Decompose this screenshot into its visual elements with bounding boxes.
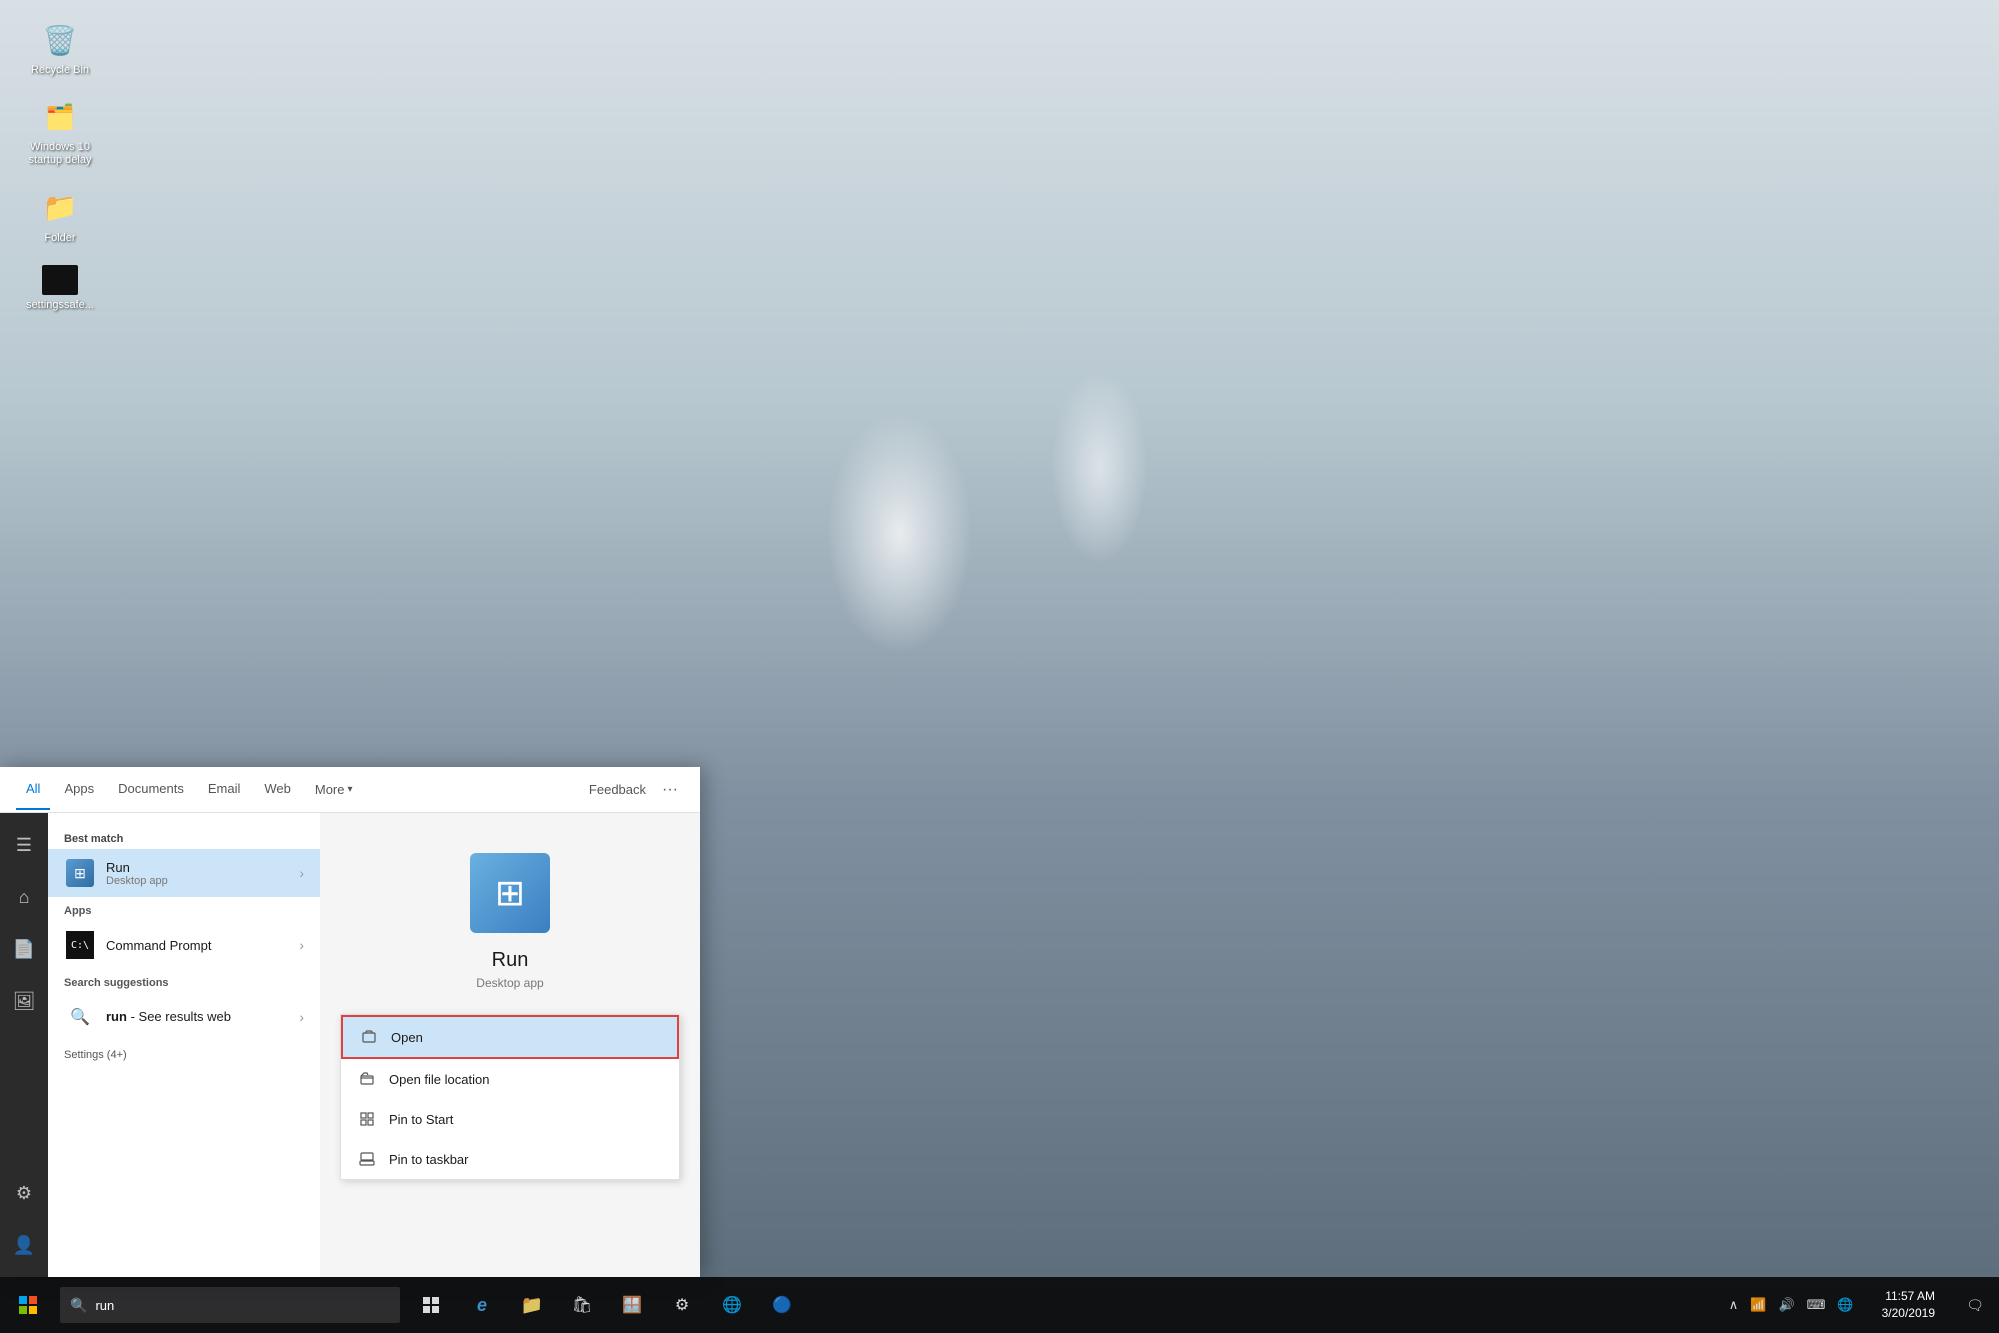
recycle-bin-image: 🗑️ [40,20,80,60]
tab-apps[interactable]: Apps [54,769,104,810]
desktop: 🗑️ Recycle Bin 🗂️ Windows 10 startup del… [0,0,1999,1333]
open-label: Open [391,1030,423,1045]
pin-to-start-label: Pin to Start [389,1112,453,1127]
taskbar-search-box[interactable]: 🔍 [60,1287,400,1323]
search-content: ☰ ⌂ 📄 🖼 ⚙ 👤 Best match ⊞ [0,813,700,1277]
folder-icon[interactable]: 📁 Folder [20,188,100,245]
tab-more-label: More [315,782,345,797]
taskbar-search-input[interactable] [95,1298,390,1313]
sidebar-documents[interactable]: 📄 [0,925,48,973]
chrome-button[interactable]: 🌐 [708,1277,756,1333]
run-result-text: Run Desktop app [106,860,299,887]
taskbar-apps: e 📁 🛍 🪟 ⚙ 🌐 🔵 [408,1277,806,1333]
pin-to-taskbar-icon [357,1149,377,1169]
cmd-title: Command Prompt [106,938,299,953]
run-subtitle: Desktop app [106,875,299,887]
keyboard-icon[interactable]: 🌐 [1833,1295,1857,1315]
tab-email[interactable]: Email [198,769,251,810]
open-file-location-label: Open file location [389,1072,489,1087]
result-run-web[interactable]: 🔍 run - See results web › [48,993,320,1041]
recycle-bin-icon[interactable]: 🗑️ Recycle Bin [20,20,100,77]
task-view-button[interactable] [408,1277,456,1333]
recycle-bin-label: Recycle Bin [31,64,89,77]
extra-button[interactable]: 🔵 [758,1277,806,1333]
pin-to-taskbar-label: Pin to taskbar [389,1152,469,1167]
tab-feedback[interactable]: Feedback [579,770,656,809]
cmd-result-text: Command Prompt [106,938,299,953]
tab-web[interactable]: Web [254,769,301,810]
results-list: Best match ⊞ Run Desktop app › Apps [48,813,320,1277]
tab-all[interactable]: All [16,769,50,810]
context-pin-to-start[interactable]: Pin to Start [341,1099,679,1139]
sidebar-hamburger[interactable]: ☰ [0,821,48,869]
run-app-type: Desktop app [476,976,543,990]
search-suggestion-icon: 🔍 [64,1001,96,1033]
tab-more[interactable]: More ▾ [305,770,363,809]
settingssafe-icon[interactable]: settingssafe... [20,265,100,312]
apps-section-header: Apps [48,897,320,921]
result-command-prompt[interactable]: C:\ Command Prompt › [48,921,320,969]
start-button[interactable] [0,1277,56,1333]
notifications-button[interactable]: 🗨 [1951,1277,1999,1333]
run-large-icon: ⊞ [470,853,550,933]
system-tray: ∧ 📶 🔊 ⌨ 🌐 [1717,1295,1866,1315]
run-app-name: Run [492,949,529,972]
folder-image: 📁 [40,188,80,228]
taskbar-clock[interactable]: 11:57 AM 3/20/2019 [1866,1288,1951,1322]
sidebar-photos[interactable]: 🖼 [0,977,48,1025]
run-arrow-icon: › [299,865,304,881]
windows10-startup-image: 🗂️ [40,97,80,137]
run-web-arrow-icon: › [299,1009,304,1025]
search-tabs: All Apps Documents Email Web More ▾ Feed… [0,767,700,813]
sidebar-settings[interactable]: ⚙ [0,1169,48,1217]
desktop-icons: 🗑️ Recycle Bin 🗂️ Windows 10 startup del… [0,0,120,332]
open-icon [359,1027,379,1047]
file-explorer-button[interactable]: 📁 [508,1277,556,1333]
tray-arrow-icon[interactable]: ∧ [1725,1295,1743,1315]
run-web-text: run - See results web [106,1008,299,1026]
context-pin-to-taskbar[interactable]: Pin to taskbar [341,1139,679,1179]
folder-label: Folder [44,232,75,245]
taskbar: 🔍 e 📁 🛍 🪟 ⚙ 🌐 🔵 ∧ 📶 [0,1277,1999,1333]
edge-button[interactable]: e [458,1277,506,1333]
right-panel: ⊞ Run Desktop app Open [320,813,700,1277]
more-options-icon[interactable]: ··· [656,781,684,799]
run-web-title: run - See results web [106,1009,231,1024]
clock-date: 3/20/2019 [1882,1305,1935,1322]
search-panel: All Apps Documents Email Web More ▾ Feed… [0,767,700,1277]
windows10-startup-icon[interactable]: 🗂️ Windows 10 startup delay [20,97,100,167]
taskbar-search-icon: 🔍 [70,1297,87,1314]
result-run[interactable]: ⊞ Run Desktop app › [48,849,320,897]
run-app-icon: ⊞ [64,857,96,889]
cmd-arrow-icon: › [299,937,304,953]
context-open[interactable]: Open [341,1015,679,1059]
run-highlight: run [106,1009,127,1024]
chevron-down-icon: ▾ [347,784,352,795]
run-dash: - See results web [131,1009,231,1024]
settings-section-header: Settings (4+) [48,1041,320,1065]
windows10-startup-label: Windows 10 startup delay [20,141,100,167]
network-icon[interactable]: 📶 [1746,1295,1770,1315]
cmd-icon: C:\ [64,929,96,961]
windows-store-button[interactable]: 🪟 [608,1277,656,1333]
pin-to-start-icon [357,1109,377,1129]
store-button[interactable]: 🛍 [558,1277,606,1333]
settingssafe-label: settingssafe... [26,299,94,312]
volume-icon[interactable]: 🔊 [1774,1295,1798,1315]
settingssafe-image [42,265,78,295]
taskbar-right: ∧ 📶 🔊 ⌨ 🌐 11:57 AM 3/20/2019 🗨 [1717,1277,1999,1333]
sidebar-home[interactable]: ⌂ [0,873,48,921]
sidebar-nav: ☰ ⌂ 📄 🖼 ⚙ 👤 [0,813,48,1277]
battery-icon[interactable]: ⌨ [1803,1295,1830,1315]
run-title: Run [106,860,299,875]
open-file-location-icon [357,1069,377,1089]
settings-button[interactable]: ⚙ [658,1277,706,1333]
tab-documents[interactable]: Documents [108,769,194,810]
search-suggestions-header: Search suggestions [48,969,320,993]
context-menu: Open Open file location [340,1014,680,1180]
best-match-header: Best match [48,825,320,849]
context-open-file-location[interactable]: Open file location [341,1059,679,1099]
sidebar-power[interactable]: 👤 [0,1221,48,1269]
clock-time: 11:57 AM [1885,1288,1935,1305]
